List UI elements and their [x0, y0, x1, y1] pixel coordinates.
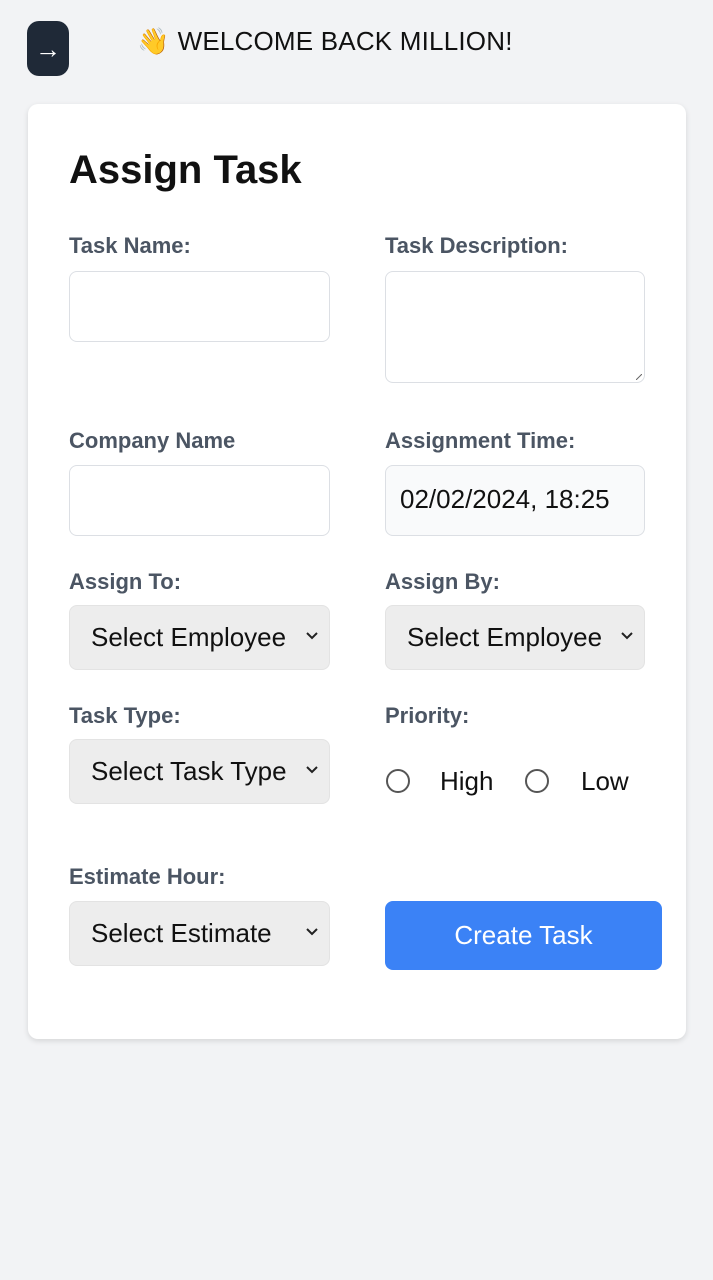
- assign-by-select[interactable]: Select Employee: [385, 605, 645, 670]
- resize-handle-icon[interactable]: [636, 374, 642, 380]
- chevron-down-icon: [621, 632, 633, 640]
- assign-to-label: Assign To:: [69, 569, 182, 594]
- assign-to-select[interactable]: Select Employee: [69, 605, 330, 670]
- welcome-text: WELCOME BACK MILLION!: [177, 26, 513, 56]
- assign-to-selected: Select Employee: [91, 622, 287, 652]
- assignment-time-label: Assignment Time:: [385, 428, 576, 453]
- wave-icon: 👋: [137, 26, 170, 56]
- assign-task-card: Assign Task Task Name: Task Description:…: [28, 104, 686, 1039]
- task-name-input[interactable]: [69, 271, 330, 342]
- priority-high-label[interactable]: High: [440, 766, 493, 797]
- assignment-time-value: 02/02/2024, 18:25: [400, 484, 610, 514]
- estimate-hour-selected: Select Estimate: [91, 918, 272, 948]
- welcome-message: 👋 WELCOME BACK MILLION!: [137, 26, 513, 57]
- task-type-label: Task Type:: [69, 703, 181, 728]
- assign-by-label: Assign By:: [385, 569, 500, 594]
- chevron-down-icon: [306, 766, 318, 774]
- task-description-label: Task Description:: [385, 233, 568, 258]
- task-name-label: Task Name:: [69, 233, 191, 258]
- estimate-hour-select[interactable]: Select Estimate: [69, 901, 330, 966]
- assignment-time-input[interactable]: 02/02/2024, 18:25: [385, 465, 645, 536]
- arrow-right-icon: →: [35, 33, 61, 64]
- form-title: Assign Task: [69, 148, 302, 192]
- priority-high-radio[interactable]: [386, 769, 410, 793]
- estimate-hour-label: Estimate Hour:: [69, 864, 226, 889]
- task-type-select[interactable]: Select Task Type: [69, 739, 330, 804]
- priority-label: Priority:: [385, 703, 470, 728]
- assign-by-selected: Select Employee: [407, 622, 603, 652]
- task-description-textarea[interactable]: [385, 271, 645, 383]
- company-name-input[interactable]: [69, 465, 330, 536]
- priority-low-label[interactable]: Low: [581, 766, 629, 797]
- company-name-label: Company Name: [69, 428, 236, 453]
- chevron-down-icon: [306, 928, 318, 936]
- create-task-button[interactable]: Create Task: [385, 901, 662, 970]
- priority-low-radio[interactable]: [525, 769, 549, 793]
- task-type-selected: Select Task Type: [91, 756, 287, 786]
- back-button[interactable]: →: [27, 21, 69, 76]
- chevron-down-icon: [306, 632, 318, 640]
